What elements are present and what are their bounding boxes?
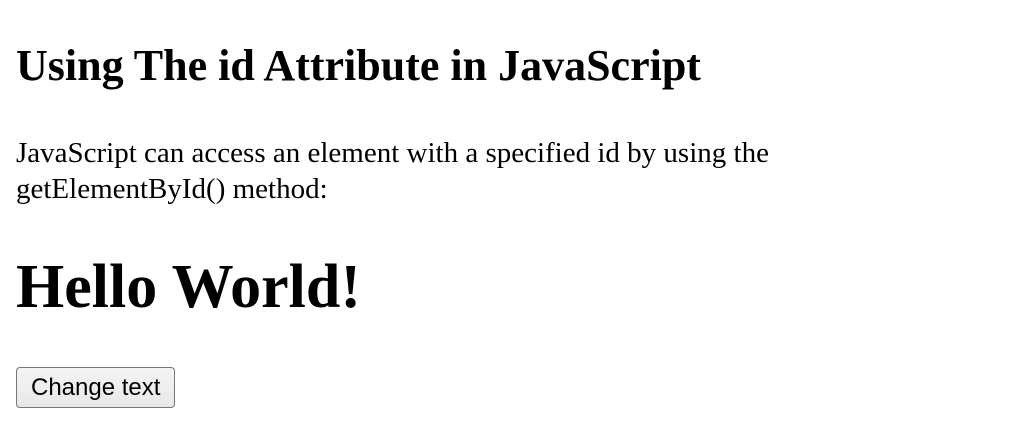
hello-world-heading: Hello World! [16, 253, 362, 321]
description-text: JavaScript can access an element with a … [16, 137, 769, 205]
page-title: Using The id Attribute in JavaScript [16, 41, 701, 90]
change-text-button[interactable]: Change text [16, 367, 176, 408]
